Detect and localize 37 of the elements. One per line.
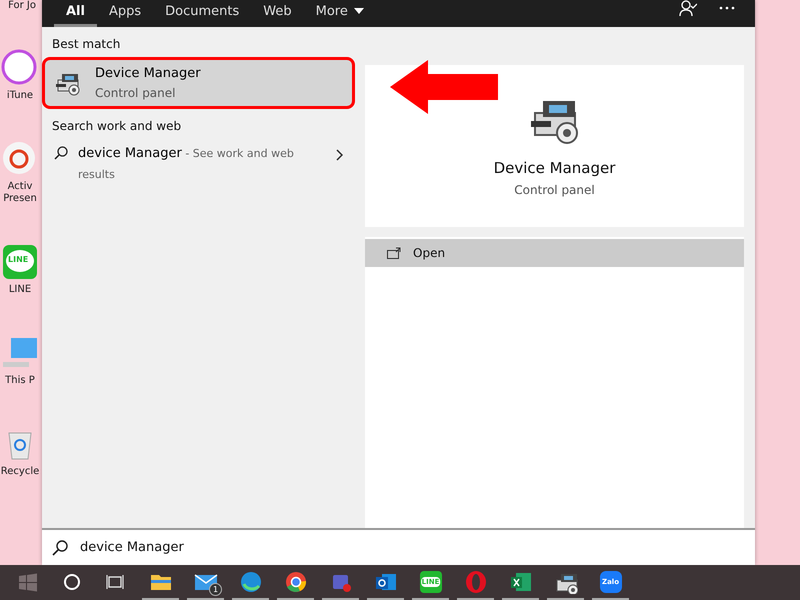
app-icon[interactable]	[1, 49, 39, 87]
tab[interactable]: Web	[251, 0, 304, 27]
icon-label: For Jo	[7, 0, 37, 11]
preview-subtitle: Control panel	[514, 183, 595, 197]
browser-icon	[284, 570, 308, 594]
result-item[interactable]: Device Manager Control panel	[42, 57, 355, 109]
preview-title: Device Manager	[494, 159, 616, 177]
result-subtitle: Control panel	[95, 86, 176, 100]
browser-icon	[238, 570, 262, 594]
icon-label[interactable]: LINE	[8, 284, 32, 296]
more-icon[interactable]	[719, 6, 735, 10]
search-icon	[54, 146, 68, 160]
search-icon	[52, 540, 68, 556]
icon-label[interactable]: iTune	[6, 90, 34, 102]
icon-text: LINE	[8, 255, 28, 264]
web-result[interactable]: device Manager - See work and web results	[42, 139, 355, 189]
tab[interactable]: More	[304, 0, 376, 27]
icon-label[interactable]: Activ Presen	[0, 181, 40, 205]
notification-badge: 1	[209, 583, 222, 596]
tab[interactable]: Documents	[153, 0, 252, 27]
section-heading: Search work and web	[51, 119, 182, 133]
app-icon[interactable]	[1, 243, 39, 281]
search-field[interactable]: device Manager	[78, 539, 755, 556]
result-title: Device Manager	[95, 66, 201, 81]
icon-label[interactable]: Recycle	[0, 466, 40, 478]
taskbar-item[interactable]: 1	[187, 565, 224, 600]
chevron-icon	[336, 149, 343, 161]
open-icon	[387, 247, 401, 259]
tab[interactable]: Apps	[96, 0, 154, 27]
browser-icon	[464, 570, 488, 594]
search-box[interactable]: device Manager	[42, 528, 755, 565]
section-heading: Best match	[51, 37, 122, 51]
icon-label[interactable]: This P	[5, 375, 35, 387]
person-icon[interactable]	[679, 0, 697, 16]
open-button[interactable]: Open	[365, 239, 744, 267]
chat-app-icon	[598, 570, 622, 594]
web-result-text: device Manager - See work and web results	[78, 145, 295, 183]
